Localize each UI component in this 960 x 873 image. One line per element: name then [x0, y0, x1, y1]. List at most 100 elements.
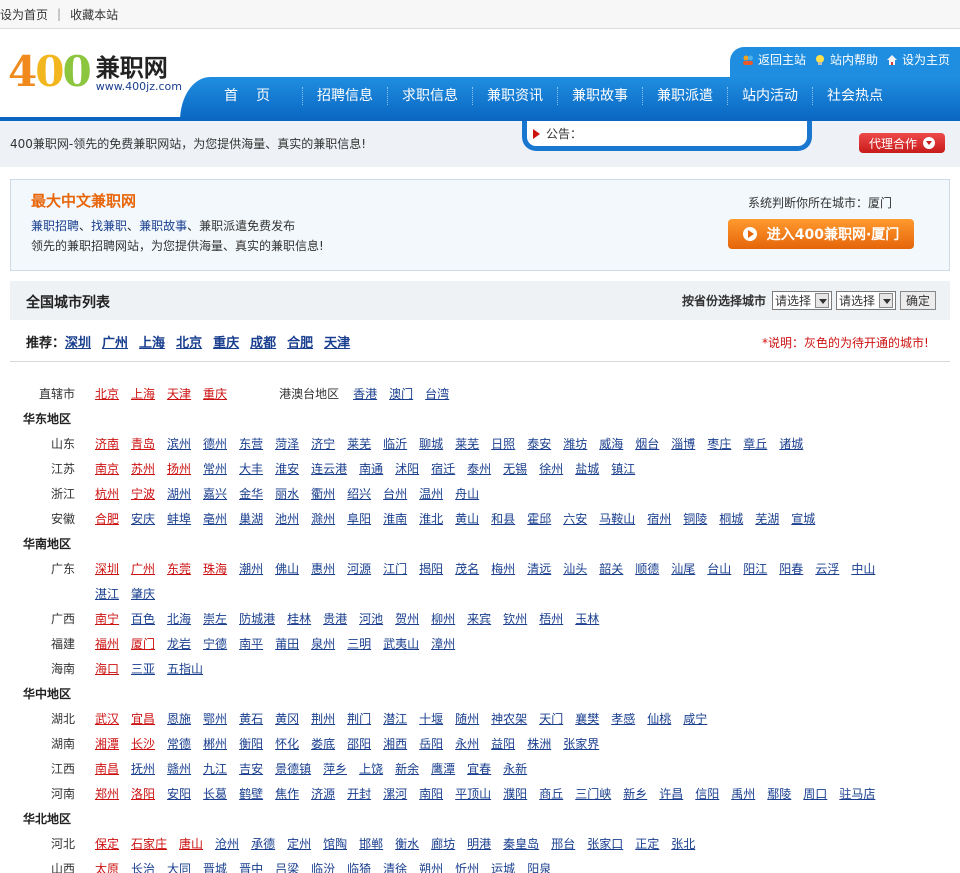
- city-link[interactable]: 梅州: [491, 560, 515, 577]
- city-link[interactable]: 邯郸: [359, 835, 383, 852]
- city-link[interactable]: 龙岩: [167, 635, 191, 652]
- city-link[interactable]: 海口: [95, 660, 119, 677]
- city-link[interactable]: 湘西: [383, 735, 407, 752]
- city-link[interactable]: 沭阳: [395, 460, 419, 477]
- city-link[interactable]: 北海: [167, 610, 191, 627]
- city-link[interactable]: 邢台: [551, 835, 575, 852]
- city-link[interactable]: 开封: [347, 785, 371, 802]
- city-link[interactable]: 泰安: [527, 435, 551, 452]
- city-link[interactable]: 神农架: [491, 710, 527, 727]
- city-link[interactable]: 泰州: [467, 460, 491, 477]
- city-link[interactable]: 苏州: [131, 460, 155, 477]
- city-link[interactable]: 仙桃: [647, 710, 671, 727]
- city-link[interactable]: 咸宁: [683, 710, 707, 727]
- city-link[interactable]: 淮北: [419, 510, 443, 527]
- city-link[interactable]: 邵阳: [347, 735, 371, 752]
- city-link[interactable]: 阳江: [743, 560, 767, 577]
- city-link[interactable]: 惠州: [311, 560, 335, 577]
- city-link[interactable]: 定州: [287, 835, 311, 852]
- city-link[interactable]: 澳门: [389, 385, 413, 402]
- city-link[interactable]: 云浮: [815, 560, 839, 577]
- city-link[interactable]: 镇江: [611, 460, 635, 477]
- city-link[interactable]: 枣庄: [707, 435, 731, 452]
- city-link[interactable]: 台州: [383, 485, 407, 502]
- city-link[interactable]: 三明: [347, 635, 371, 652]
- city-link[interactable]: 怀化: [275, 735, 299, 752]
- city-link[interactable]: 南平: [239, 635, 263, 652]
- city-link[interactable]: 正定: [635, 835, 659, 852]
- city-link[interactable]: 莆田: [275, 635, 299, 652]
- city-link[interactable]: 清徐: [383, 860, 407, 873]
- city-link[interactable]: 九江: [203, 760, 227, 777]
- city-link[interactable]: 嘉兴: [203, 485, 227, 502]
- city-link[interactable]: 台湾: [425, 385, 449, 402]
- city-link[interactable]: 巢湖: [239, 510, 263, 527]
- city-link[interactable]: 驻马店: [839, 785, 875, 802]
- city-link[interactable]: 济源: [311, 785, 335, 802]
- favorite-link[interactable]: 收藏本站: [70, 6, 118, 23]
- city-link[interactable]: 顺德: [635, 560, 659, 577]
- nav-activities[interactable]: 站内活动: [727, 87, 812, 105]
- city-link[interactable]: 衡阳: [239, 735, 263, 752]
- city-link[interactable]: 三亚: [131, 660, 155, 677]
- city-link[interactable]: 黄山: [455, 510, 479, 527]
- city-link[interactable]: 岳阳: [419, 735, 443, 752]
- city-link[interactable]: 永新: [503, 760, 527, 777]
- city-link[interactable]: 商丘: [539, 785, 563, 802]
- city-link[interactable]: 莱芜: [347, 435, 371, 452]
- city-link[interactable]: 信阳: [695, 785, 719, 802]
- city-link[interactable]: 恩施: [167, 710, 191, 727]
- city-link[interactable]: 舟山: [455, 485, 479, 502]
- city-link[interactable]: 株洲: [527, 735, 551, 752]
- city-link[interactable]: 吕梁: [275, 860, 299, 873]
- nav-news[interactable]: 兼职资讯: [472, 87, 557, 105]
- enter-city-button[interactable]: 进入400兼职网·厦门: [728, 219, 914, 249]
- city-link[interactable]: 江门: [383, 560, 407, 577]
- city-link[interactable]: 衢州: [311, 485, 335, 502]
- city-link[interactable]: 杭州: [95, 485, 119, 502]
- city-link[interactable]: 聊城: [419, 435, 443, 452]
- city-link[interactable]: 焦作: [275, 785, 299, 802]
- city-link[interactable]: 武汉: [95, 710, 119, 727]
- city-link[interactable]: 运城: [491, 860, 515, 873]
- city-link[interactable]: 临沂: [383, 435, 407, 452]
- city-link[interactable]: 来宾: [467, 610, 491, 627]
- city-link[interactable]: 上饶: [359, 760, 383, 777]
- city-link[interactable]: 桐城: [719, 510, 743, 527]
- city-link[interactable]: 永州: [455, 735, 479, 752]
- city-link[interactable]: 许昌: [659, 785, 683, 802]
- city-link[interactable]: 明港: [467, 835, 491, 852]
- city-link[interactable]: 中山: [851, 560, 875, 577]
- city-link[interactable]: 合肥: [95, 510, 119, 527]
- city-link[interactable]: 梧州: [539, 610, 563, 627]
- city-link[interactable]: 马鞍山: [599, 510, 635, 527]
- city-link[interactable]: 蚌埠: [167, 510, 191, 527]
- city-link[interactable]: 南通: [359, 460, 383, 477]
- city-link[interactable]: 沧州: [215, 835, 239, 852]
- recommend-city[interactable]: 天津: [324, 332, 350, 351]
- city-link[interactable]: 扬州: [167, 460, 191, 477]
- city-link[interactable]: 连云港: [311, 460, 347, 477]
- confirm-button[interactable]: 确定: [899, 291, 936, 310]
- city-link[interactable]: 重庆: [203, 385, 227, 402]
- city-link[interactable]: 揭阳: [419, 560, 443, 577]
- city-link[interactable]: 佛山: [275, 560, 299, 577]
- city-link[interactable]: 威海: [599, 435, 623, 452]
- recommend-city[interactable]: 重庆: [213, 332, 239, 351]
- city-link[interactable]: 霍邱: [527, 510, 551, 527]
- city-link[interactable]: 宣城: [791, 510, 815, 527]
- city-link[interactable]: 湛江: [95, 585, 119, 602]
- city-link[interactable]: 郴州: [203, 735, 227, 752]
- city-link[interactable]: 防城港: [239, 610, 275, 627]
- city-link[interactable]: 汕头: [563, 560, 587, 577]
- city-link[interactable]: 鄂州: [203, 710, 227, 727]
- city-link[interactable]: 盐城: [575, 460, 599, 477]
- city-link[interactable]: 莱芜: [455, 435, 479, 452]
- city-link[interactable]: 湖州: [167, 485, 191, 502]
- city-link[interactable]: 濮阳: [503, 785, 527, 802]
- nav-stories[interactable]: 兼职故事: [557, 87, 642, 105]
- city-link[interactable]: 淮安: [275, 460, 299, 477]
- city-link[interactable]: 铜陵: [683, 510, 707, 527]
- city-link[interactable]: 景德镇: [275, 760, 311, 777]
- city-link[interactable]: 广州: [131, 560, 155, 577]
